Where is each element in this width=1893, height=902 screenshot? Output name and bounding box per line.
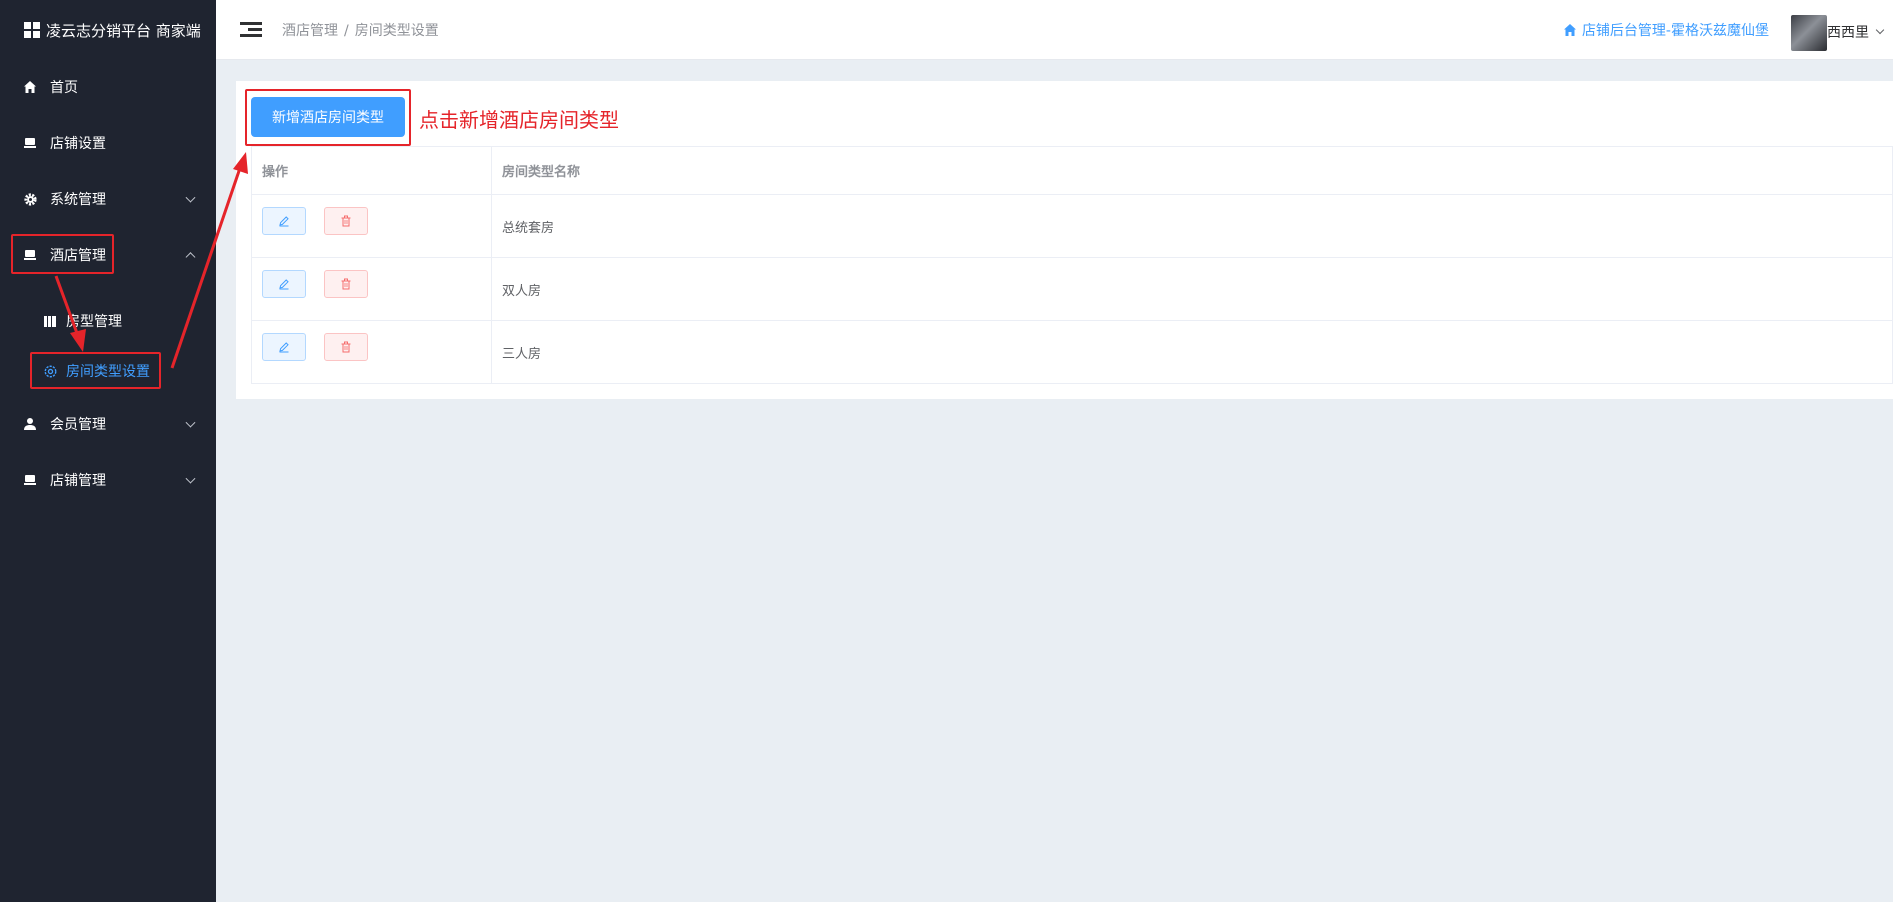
sidebar-subitem-label: 房间类型设置	[66, 364, 150, 380]
sidebar-subitem-label: 房型管理	[66, 314, 122, 330]
sidebar-item-label: 首页	[50, 80, 78, 96]
gear-icon	[22, 191, 38, 207]
app-title: 凌云志分销平台 商家端	[46, 21, 201, 40]
edit-button[interactable]	[262, 270, 306, 298]
sidebar-item-label: 店铺设置	[50, 136, 106, 152]
shop-link-label: 店铺后台管理-霍格沃兹魔仙堡	[1581, 23, 1769, 39]
home-icon	[22, 79, 38, 95]
edit-button[interactable]	[262, 333, 306, 361]
main-content: 新增酒店房间类型 点击新增酒店房间类型 操作 房间类型名称 总统套房 双人房 三…	[216, 60, 1893, 902]
chevron-down-icon	[185, 473, 196, 484]
edit-icon	[279, 216, 289, 227]
gear-icon	[42, 363, 58, 379]
breadcrumb-separator: /	[344, 22, 349, 39]
table-row: 三人房	[251, 320, 1893, 384]
room-type-card: 新增酒店房间类型 点击新增酒店房间类型 操作 房间类型名称 总统套房 双人房 三…	[236, 81, 1893, 399]
sidebar-item-label: 酒店管理	[50, 248, 106, 264]
trash-icon	[341, 341, 351, 353]
edit-icon	[279, 279, 289, 290]
sidebar-item-system[interactable]: 系统管理	[0, 171, 216, 227]
table-header-row: 操作 房间类型名称	[251, 146, 1893, 195]
operation-cell	[251, 320, 492, 384]
table-row: 双人房	[251, 257, 1893, 321]
sidebar-subitem-room-model[interactable]: 房型管理	[0, 296, 216, 346]
user-menu[interactable]: 西西里	[1827, 22, 1885, 42]
chevron-down-icon	[185, 417, 196, 428]
room-type-name-cell: 总统套房	[491, 194, 1893, 258]
sidebar-item-hotel[interactable]: 酒店管理	[0, 227, 216, 283]
app-logo[interactable]: 凌云志分销平台 商家端	[0, 0, 216, 60]
home-icon	[1563, 24, 1576, 36]
trash-icon	[341, 215, 351, 227]
building-icon	[42, 313, 58, 329]
sidebar-item-shop-settings[interactable]: 店铺设置	[0, 115, 216, 171]
chevron-down-icon	[1875, 25, 1885, 35]
breadcrumb-item-current: 房间类型设置	[354, 22, 439, 39]
room-type-table: 操作 房间类型名称 总统套房 双人房 三人房	[251, 146, 1893, 384]
room-type-name-cell: 双人房	[491, 257, 1893, 321]
table-row: 总统套房	[251, 194, 1893, 258]
sidebar-item-label: 系统管理	[50, 192, 106, 208]
sidebar-item-member[interactable]: 会员管理	[0, 396, 216, 452]
trash-icon	[341, 278, 351, 290]
user-icon	[22, 416, 38, 432]
annotation-text: 点击新增酒店房间类型	[419, 108, 619, 132]
chevron-up-icon	[185, 252, 196, 263]
chevron-down-icon	[185, 192, 196, 203]
shop-icon	[22, 472, 38, 488]
edit-button[interactable]	[262, 207, 306, 235]
delete-button[interactable]	[324, 270, 369, 298]
add-room-type-button[interactable]: 新增酒店房间类型	[251, 97, 405, 137]
delete-button[interactable]	[324, 333, 369, 361]
shop-backend-link[interactable]: 店铺后台管理-霍格沃兹魔仙堡	[1563, 20, 1769, 40]
delete-button[interactable]	[324, 207, 369, 235]
column-header: 操作	[251, 146, 492, 195]
column-header: 房间类型名称	[491, 146, 1893, 195]
grid-icon	[24, 22, 40, 38]
sidebar: 凌云志分销平台 商家端 首页 店铺设置 系统管理 酒店管理 房型管理 房间类型设…	[0, 0, 216, 902]
operation-cell	[251, 194, 492, 258]
menu-toggle-icon[interactable]	[240, 19, 262, 40]
sidebar-item-label: 会员管理	[50, 417, 106, 433]
user-name-label: 西西里	[1827, 25, 1869, 41]
sidebar-item-home[interactable]: 首页	[0, 59, 216, 115]
top-header: 酒店管理 / 房间类型设置 店铺后台管理-霍格沃兹魔仙堡 西西里	[216, 0, 1893, 60]
shop-icon	[22, 247, 38, 263]
sidebar-item-label: 店铺管理	[50, 473, 106, 489]
avatar[interactable]	[1791, 15, 1827, 51]
sidebar-subitem-room-type-settings[interactable]: 房间类型设置	[0, 346, 216, 396]
room-type-name-cell: 三人房	[491, 320, 1893, 384]
breadcrumb: 酒店管理 / 房间类型设置	[282, 20, 439, 40]
shop-icon	[22, 135, 38, 151]
breadcrumb-item[interactable]: 酒店管理	[282, 23, 338, 39]
operation-cell	[251, 257, 492, 321]
edit-icon	[279, 342, 289, 353]
sidebar-item-shop-management[interactable]: 店铺管理	[0, 452, 216, 508]
